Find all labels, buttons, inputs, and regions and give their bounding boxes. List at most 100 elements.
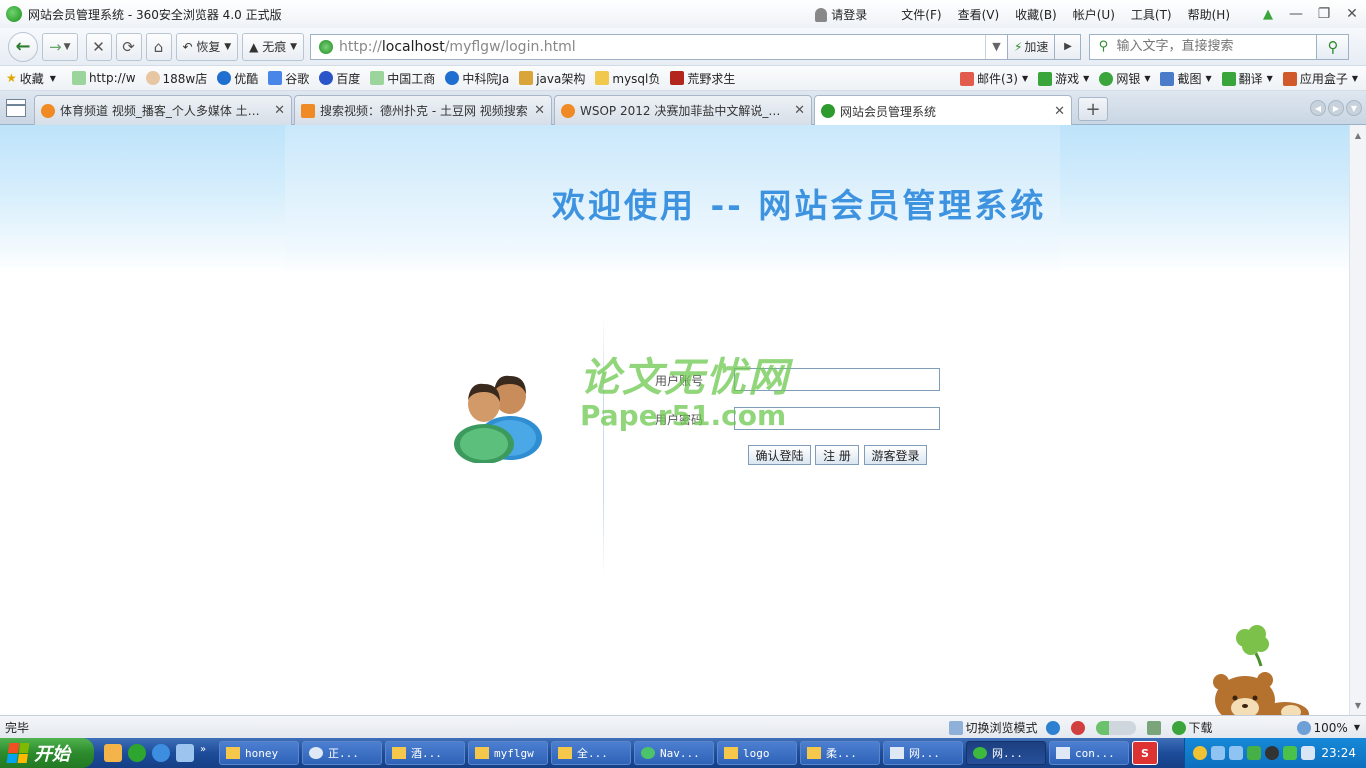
taskbar-item[interactable]: con... — [1049, 741, 1129, 765]
menu-tools[interactable]: 工具(T) — [1123, 6, 1180, 23]
bank-button[interactable]: 网银 ▼ — [1099, 70, 1150, 87]
favorite-link[interactable]: 谷歌 — [268, 70, 309, 87]
taskbar-item[interactable]: honey — [219, 741, 299, 765]
tab-wsop[interactable]: WSOP 2012 决赛加菲盐中文解说_视频 ✕ — [554, 95, 812, 125]
accelerate-button[interactable]: ⚡ 加速 — [1007, 33, 1056, 60]
tab-scroll-left-icon[interactable]: ◀ — [1310, 100, 1326, 116]
favorite-link[interactable]: http://w — [71, 71, 136, 85]
menu-favorites[interactable]: 收藏(B) — [1007, 6, 1065, 23]
app-box-button[interactable]: 应用盒子 ▼ — [1282, 70, 1358, 87]
users-icon — [454, 375, 542, 463]
windows-logo-icon — [6, 743, 30, 763]
app-icon[interactable] — [176, 744, 194, 762]
tab-search-video[interactable]: 搜索视频：德州扑克 - 土豆网 视频搜索 ✕ — [294, 95, 552, 125]
new-tab-button[interactable]: + — [1078, 97, 1108, 121]
mail-button[interactable]: 邮件(3) ▼ — [959, 70, 1028, 87]
taskbar-item[interactable]: 网... — [883, 741, 963, 765]
restore-button[interactable]: ↶ 恢复 ▼ — [175, 32, 239, 61]
translate-button[interactable]: 翻译 ▼ — [1221, 70, 1273, 87]
minimize-button[interactable]: — — [1282, 0, 1310, 28]
search-input[interactable] — [1116, 35, 1317, 58]
favorite-link[interactable]: mysql负 — [595, 70, 660, 87]
taskbar-item[interactable]: 酒... — [385, 741, 465, 765]
favorite-link[interactable]: 荒野求生 — [670, 70, 735, 87]
taskbar-item[interactable]: Nav... — [634, 741, 714, 765]
go-button[interactable]: ▶ — [1055, 33, 1082, 60]
favorite-link[interactable]: 百度 — [319, 70, 360, 87]
skin-icon[interactable]: ▲ — [1254, 0, 1282, 28]
more-quick-launch-icon[interactable]: » — [200, 744, 210, 762]
favorite-link[interactable]: 中科院Ja — [445, 70, 509, 87]
address-bar[interactable]: http://localhost/myflgw/login.html ▼ — [309, 33, 1008, 60]
username-input[interactable] — [734, 368, 940, 391]
menu-account[interactable]: 帐户(U) — [1065, 6, 1123, 23]
home-button[interactable]: ⌂ — [145, 32, 172, 61]
favorite-link[interactable]: java架构 — [519, 70, 585, 87]
taskbar-item[interactable]: 正... — [302, 741, 382, 765]
tab-member-system[interactable]: 网站会员管理系统 ✕ — [814, 95, 1072, 126]
start-button[interactable]: 开始 — [0, 738, 94, 768]
register-button[interactable]: 注 册 — [815, 445, 859, 465]
back-button[interactable]: ← — [8, 31, 38, 62]
menu-view[interactable]: 查看(V) — [950, 6, 1008, 23]
refresh-button[interactable]: ⟳ — [115, 32, 142, 61]
guest-login-button[interactable]: 游客登录 — [864, 445, 927, 465]
sidebar-toggle-icon[interactable] — [6, 99, 26, 117]
url-text[interactable]: http://localhost/myflgw/login.html — [339, 39, 985, 55]
network-icon[interactable] — [1211, 746, 1225, 760]
scroll-down-icon[interactable]: ▼ — [1350, 697, 1366, 713]
zoom-control[interactable]: 100% ▼ — [1296, 720, 1360, 735]
plugin-icon[interactable] — [1146, 720, 1164, 735]
browser-360-icon[interactable] — [128, 744, 146, 762]
taskbar-item[interactable]: 全... — [551, 741, 631, 765]
search-button[interactable]: ⚲ — [1317, 33, 1350, 60]
plus-icon[interactable] — [1283, 746, 1297, 760]
favorite-link[interactable]: 188w店 — [145, 70, 207, 87]
menu-help[interactable]: 帮助(H) — [1180, 6, 1238, 23]
url-dropdown-button[interactable]: ▼ — [984, 34, 1007, 59]
network-icon[interactable] — [1229, 746, 1243, 760]
login-button[interactable]: 确认登陆 — [748, 445, 811, 465]
taskbar-item-active[interactable]: 网... — [966, 741, 1046, 765]
qq-icon[interactable] — [1193, 746, 1207, 760]
safe-icon[interactable] — [1070, 720, 1088, 735]
antivirus-icon[interactable] — [1265, 746, 1279, 760]
close-window-button[interactable]: ✕ — [1338, 0, 1366, 28]
close-tab-icon[interactable]: ✕ — [274, 103, 285, 118]
vertical-scrollbar[interactable]: ▲ ▼ — [1349, 125, 1366, 715]
shield-icon[interactable] — [1247, 746, 1261, 760]
ie-mode-icon[interactable] — [1045, 720, 1063, 735]
forward-button[interactable]: → ▼ — [42, 32, 78, 61]
taskbar-item[interactable]: logo — [717, 741, 797, 765]
login-link[interactable]: 请登录 — [807, 6, 875, 23]
download-icon — [1171, 720, 1186, 735]
favorite-link[interactable]: 中国工商 — [370, 70, 435, 87]
maximize-button[interactable]: ❐ — [1310, 0, 1338, 28]
games-button[interactable]: 游戏 ▼ — [1038, 70, 1089, 87]
incognito-button[interactable]: ▲ 无痕 ▼ — [242, 32, 304, 61]
toggle-icon[interactable] — [1095, 720, 1139, 735]
close-tab-icon[interactable]: ✕ — [794, 103, 805, 118]
download-button[interactable]: 下载 — [1171, 719, 1213, 736]
show-desktop-icon[interactable] — [104, 744, 122, 762]
scroll-up-icon[interactable]: ▲ — [1350, 127, 1366, 143]
switch-mode-button[interactable]: 切换浏览模式 — [948, 719, 1038, 736]
favorites-menu[interactable]: ★ 收藏 ▼ — [6, 70, 56, 87]
taskbar-item-s[interactable]: S — [1132, 741, 1158, 765]
search-engine-icon[interactable]: ⚲ — [1090, 35, 1116, 59]
tab-list-icon[interactable]: ▼ — [1346, 100, 1362, 116]
sound-icon[interactable] — [1301, 746, 1315, 760]
ie-icon[interactable] — [152, 744, 170, 762]
favorite-link[interactable]: 优酷 — [217, 70, 258, 87]
password-input[interactable] — [734, 407, 940, 430]
taskbar-item[interactable]: 柔... — [800, 741, 880, 765]
navicat-icon — [641, 747, 655, 759]
tab-sports[interactable]: 体育频道 视频_播客_个人多媒体 土豆网 ✕ — [34, 95, 292, 125]
taskbar-item[interactable]: myflgw — [468, 741, 548, 765]
close-tab-icon[interactable]: ✕ — [534, 103, 545, 118]
tab-scroll-right-icon[interactable]: ▶ — [1328, 100, 1344, 116]
screenshot-button[interactable]: 截图 ▼ — [1160, 70, 1212, 87]
close-tab-icon[interactable]: ✕ — [1054, 104, 1065, 119]
stop-button[interactable]: ✕ — [85, 32, 112, 61]
menu-file[interactable]: 文件(F) — [893, 6, 949, 23]
